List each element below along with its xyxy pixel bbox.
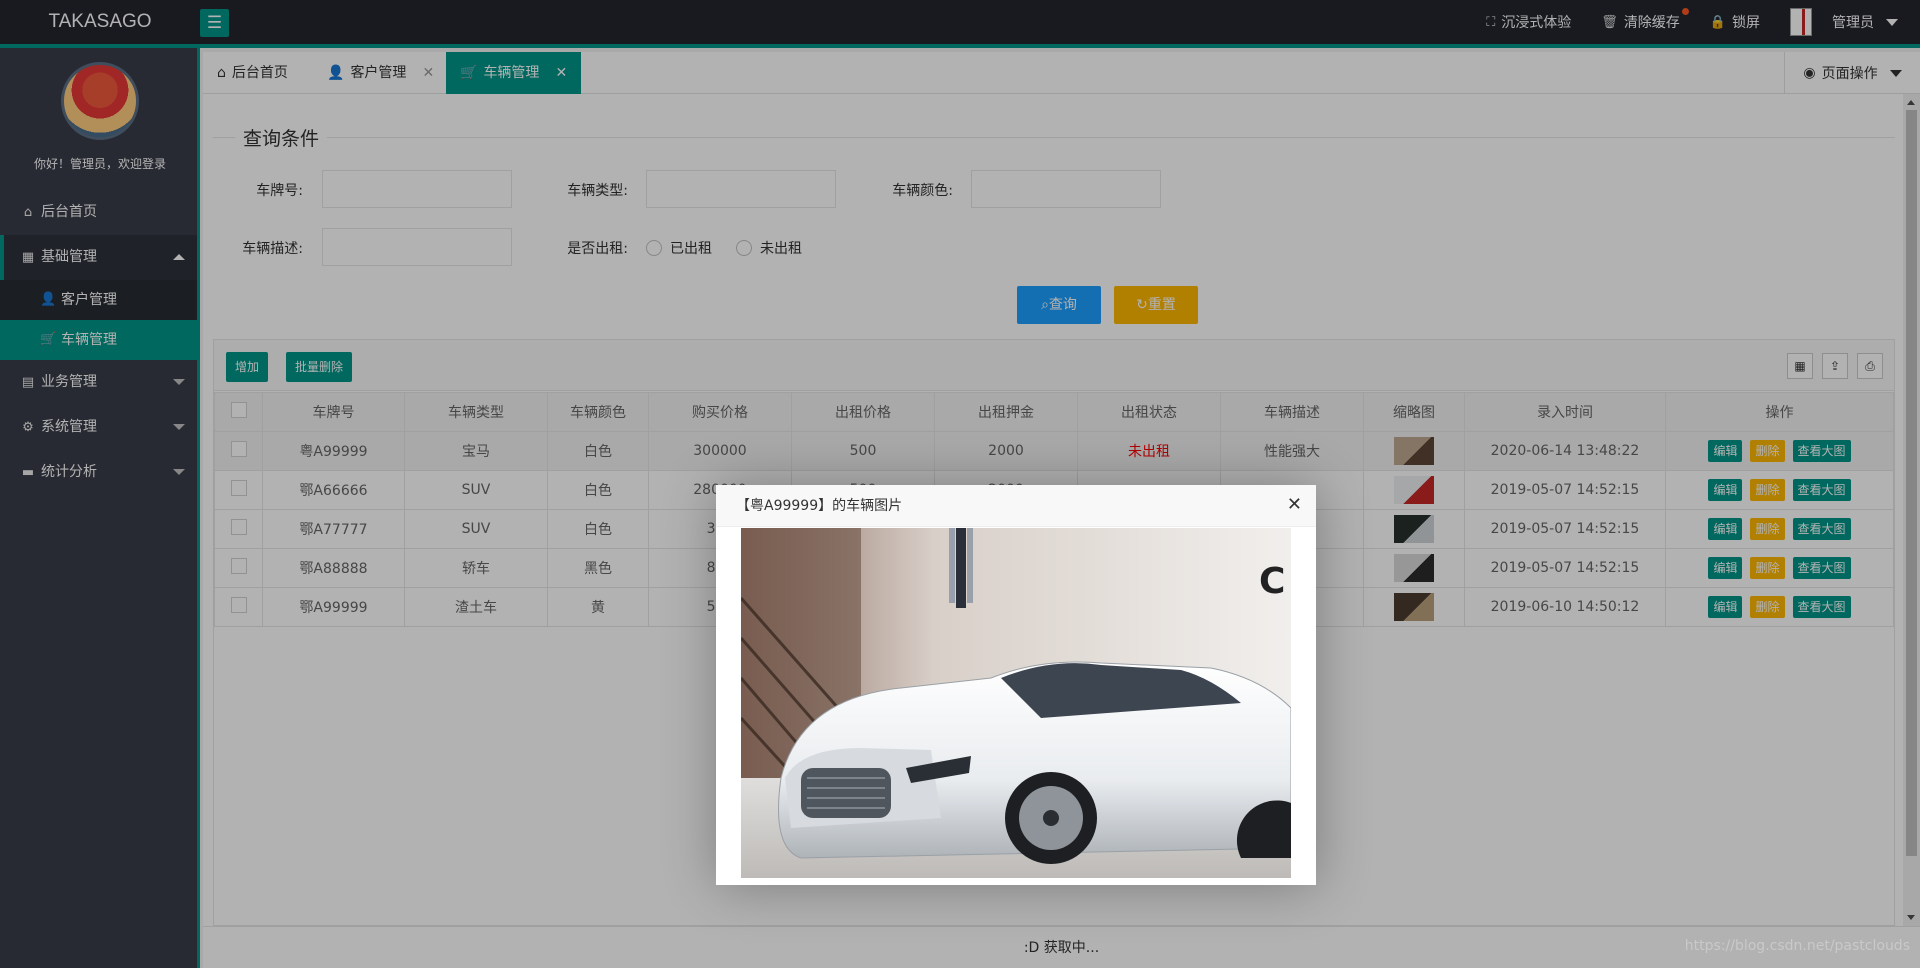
image-modal: 【粤A99999】的车辆图片 ✕ C xyxy=(716,485,1316,885)
modal-title: 【粤A99999】的车辆图片 xyxy=(716,485,1316,527)
car-photo: C xyxy=(741,528,1291,878)
svg-text:C: C xyxy=(1259,561,1285,602)
close-icon[interactable]: ✕ xyxy=(1287,494,1302,515)
vehicle-image: C xyxy=(741,528,1291,878)
watermark: https://blog.csdn.net/pastclouds xyxy=(1684,938,1910,954)
